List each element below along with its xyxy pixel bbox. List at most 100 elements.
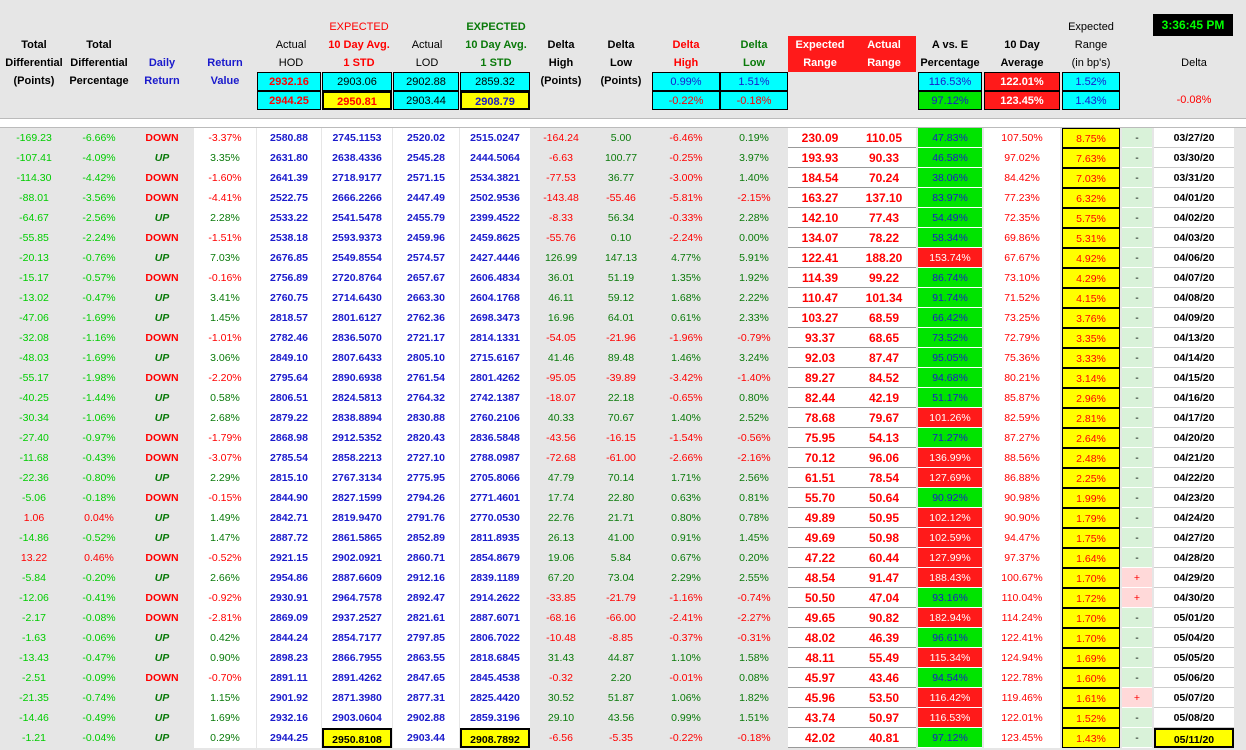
cell-delta-high-pct: -2.41%	[669, 612, 703, 624]
summary-delta-2: -0.08%	[1176, 94, 1212, 106]
cell-actual-lod: 2727.10	[393, 448, 459, 468]
cell-expected-lod: 2806.7022	[460, 628, 530, 648]
cell-delta-high-pts: -143.48	[543, 192, 579, 204]
cell-date: 04/03/20	[1154, 228, 1234, 248]
cell-actual-lod: 2830.88	[393, 408, 459, 428]
table-row: -88.01 -3.56% DOWN -4.41% 2522.75 2666.2266 24…	[0, 188, 1246, 208]
cell-total-diff-points: -32.08	[19, 332, 49, 344]
cell-delta-low-pts: 0.10	[610, 232, 632, 244]
cell-actual-lod: 2762.36	[393, 308, 459, 328]
cell-actual-lod: 2797.85	[393, 628, 459, 648]
cell-date: 04/02/20	[1154, 208, 1234, 228]
cell-date: 04/17/20	[1154, 408, 1234, 428]
summary-ten-day-1: 122.01%	[984, 72, 1060, 91]
cell-return-value: 7.03%	[194, 248, 256, 268]
cell-delta-low-pct: 1.40%	[739, 172, 769, 184]
cell-actual-range: 79.67	[852, 408, 916, 428]
table-row: -47.06 -1.69% UP 1.45% 2818.57 2801.6127 2762.…	[0, 308, 1246, 328]
cell-total-diff-points: -14.46	[19, 712, 49, 724]
cell-expected-hod: 2858.2213	[322, 448, 392, 468]
cell-total-diff-points: -48.03	[19, 352, 49, 364]
cell-expected-range: 93.37	[788, 328, 852, 348]
cell-return-value: -0.70%	[194, 668, 256, 688]
cell-total-diff-points: -107.41	[16, 152, 52, 164]
cell-actual-hod: 2756.89	[257, 268, 321, 288]
cell-trend-flag: -	[1122, 208, 1152, 228]
cell-actual-lod: 2775.95	[393, 468, 459, 488]
cell-expected-lod: 2502.9536	[460, 188, 530, 208]
cell-actual-hod: 2879.22	[257, 408, 321, 428]
header-total-diff-points: Total Differential (Points)	[5, 39, 63, 87]
cell-expected-hod: 2902.0921	[322, 548, 392, 568]
cell-date: 04/21/20	[1154, 448, 1234, 468]
cell-a-vs-e-pct: 136.99%	[918, 448, 982, 468]
summary-exp-hod-1: 2903.06	[322, 72, 392, 91]
cell-actual-range: 78.54	[852, 468, 916, 488]
cell-daily-return: UP	[154, 152, 170, 164]
cell-delta-low-pct: -2.16%	[737, 452, 771, 464]
cell-total-diff-points: -11.68	[19, 452, 49, 464]
cell-return-value: -0.16%	[194, 268, 256, 288]
cell-delta-low-pct: 0.19%	[739, 132, 769, 144]
cell-expected-range-bps: 1.70%	[1062, 568, 1120, 588]
summary-hod-1: 2932.16	[257, 72, 321, 91]
cell-total-diff-points: -55.17	[19, 372, 49, 384]
cell-a-vs-e-pct: 91.74%	[918, 288, 982, 308]
cell-total-diff-pct: -2.56%	[82, 212, 116, 224]
cell-total-diff-points: -20.13	[19, 252, 49, 264]
table-row: -27.40 -0.97% DOWN -1.79% 2868.98 2912.5352 28…	[0, 428, 1246, 448]
cell-delta-high-pct: -1.96%	[669, 332, 703, 344]
cell-ten-day-average: 122.41%	[984, 628, 1060, 648]
cell-expected-hod: 2666.2266	[322, 188, 392, 208]
cell-date: 04/09/20	[1154, 308, 1234, 328]
cell-date: 04/24/20	[1154, 508, 1234, 528]
cell-delta-low-pts: 89.48	[607, 352, 635, 364]
table-row: -13.43 -0.47% UP 0.90% 2898.23 2866.7955 2863.…	[0, 648, 1246, 668]
cell-delta-high-pct: -0.25%	[669, 152, 703, 164]
summary-exp-lod-1: 2859.32	[460, 72, 530, 91]
cell-actual-range: 101.34	[852, 288, 916, 308]
cell-expected-hod: 2824.5813	[322, 388, 392, 408]
summary-lod-1: 2902.88	[393, 72, 459, 91]
cell-return-value: 0.58%	[194, 388, 256, 408]
cell-expected-hod: 2887.6609	[322, 568, 392, 588]
table-row: -12.06 -0.41% DOWN -0.92% 2930.91 2964.7578 28…	[0, 588, 1246, 608]
cell-delta-low-pct: 0.00%	[739, 232, 769, 244]
cell-total-diff-pct: -0.57%	[82, 272, 116, 284]
cell-actual-lod: 2574.57	[393, 248, 459, 268]
cell-expected-hod: 2593.9373	[322, 228, 392, 248]
cell-daily-return: DOWN	[145, 592, 179, 604]
cell-daily-return: DOWN	[145, 452, 179, 464]
cell-trend-flag: -	[1122, 168, 1152, 188]
cell-delta-high-pct: 1.06%	[671, 692, 701, 704]
table-row: -2.17 -0.08% DOWN -2.81% 2869.09 2937.2527 282…	[0, 608, 1246, 628]
cell-delta-high-pct: -0.65%	[669, 392, 703, 404]
cell-expected-hod: 2827.1599	[322, 488, 392, 508]
cell-trend-flag: -	[1122, 328, 1152, 348]
cell-expected-lod: 2839.1189	[460, 568, 530, 588]
cell-expected-lod: 2836.5848	[460, 428, 530, 448]
cell-expected-range: 47.22	[788, 548, 852, 568]
summary-ave-2: 97.12%	[918, 91, 982, 110]
cell-daily-return: DOWN	[145, 492, 179, 504]
cell-actual-range: 90.82	[852, 608, 916, 628]
cell-actual-lod: 2447.49	[393, 188, 459, 208]
cell-expected-hod: 2549.8554	[322, 248, 392, 268]
cell-expected-range-bps: 2.81%	[1062, 408, 1120, 428]
cell-ten-day-average: 97.37%	[984, 548, 1060, 568]
cell-actual-lod: 2903.44	[393, 728, 459, 748]
cell-actual-range: 96.06	[852, 448, 916, 468]
summary-ave-1: 116.53%	[918, 72, 982, 91]
cell-expected-lod: 2427.4446	[460, 248, 530, 268]
cell-return-value: -3.37%	[194, 128, 256, 148]
cell-daily-return: UP	[154, 312, 170, 324]
cell-actual-hod: 2898.23	[257, 648, 321, 668]
cell-delta-high-pts: 22.76	[547, 512, 575, 524]
cell-actual-lod: 2892.47	[393, 588, 459, 608]
cell-a-vs-e-pct: 116.53%	[918, 708, 982, 728]
cell-date: 04/29/20	[1154, 568, 1234, 588]
cell-delta-low-pts: -39.89	[606, 372, 636, 384]
cell-return-value: 1.15%	[194, 688, 256, 708]
cell-total-diff-pct: -0.47%	[82, 652, 116, 664]
cell-date: 04/14/20	[1154, 348, 1234, 368]
